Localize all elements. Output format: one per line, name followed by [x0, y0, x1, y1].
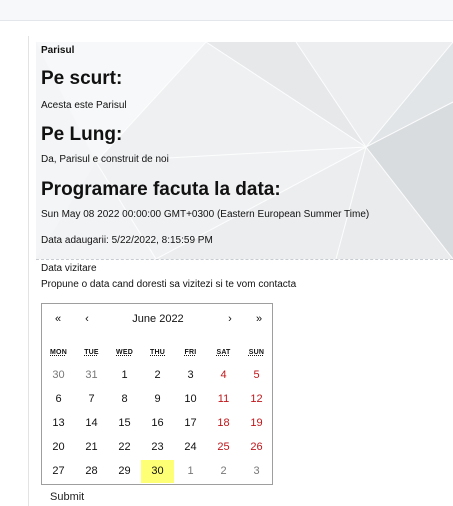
- prev-year-button[interactable]: «: [50, 313, 66, 325]
- calendar-day[interactable]: 12: [240, 388, 273, 411]
- calendar-day[interactable]: 7: [75, 388, 108, 411]
- weekday-mon: MON: [50, 349, 67, 356]
- calendar-day[interactable]: 21: [75, 436, 108, 459]
- short-description: Acesta este Parisul: [41, 100, 127, 111]
- next-year-button[interactable]: »: [251, 313, 267, 325]
- weekday-fri: FRI: [184, 349, 197, 356]
- calendar-day[interactable]: 6: [42, 388, 75, 411]
- prev-month-button[interactable]: ‹: [79, 313, 95, 325]
- calendar-day[interactable]: 18: [207, 412, 240, 435]
- calendar-day[interactable]: 31: [75, 364, 108, 387]
- visit-date-label: Data vizitare: [41, 263, 97, 274]
- weekday-wed: WED: [116, 349, 133, 356]
- calendar-day[interactable]: 2: [207, 460, 240, 483]
- calendar-day[interactable]: 3: [240, 460, 273, 483]
- calendar-day[interactable]: 2: [141, 364, 174, 387]
- calendar-day[interactable]: 22: [108, 436, 141, 459]
- calendar-day[interactable]: 8: [108, 388, 141, 411]
- calendar-day[interactable]: 30: [42, 364, 75, 387]
- calendar-day[interactable]: 24: [174, 436, 207, 459]
- added-date: Data adaugarii: 5/22/2022, 8:15:59 PM: [41, 235, 213, 246]
- visit-date-hint: Propune o data cand doresti sa vizitezi …: [41, 279, 297, 290]
- calendar-day[interactable]: 11: [207, 388, 240, 411]
- calendar-day[interactable]: 26: [240, 436, 273, 459]
- calendar-day[interactable]: 16: [141, 412, 174, 435]
- calendar-day[interactable]: 15: [108, 412, 141, 435]
- top-bar: [0, 0, 453, 21]
- calendar-day[interactable]: 4: [207, 364, 240, 387]
- appointment-heading: Programare facuta la data:: [41, 179, 281, 200]
- calendar-day[interactable]: 1: [108, 364, 141, 387]
- long-heading: Pe Lung:: [41, 124, 123, 145]
- appointment-date: Sun May 08 2022 00:00:00 GMT+0300 (Easte…: [41, 209, 370, 220]
- calendar-day[interactable]: 5: [240, 364, 273, 387]
- long-description: Da, Parisul e construit de noi: [41, 154, 169, 165]
- short-heading: Pe scurt:: [41, 68, 123, 89]
- calendar-day[interactable]: 17: [174, 412, 207, 435]
- calendar-day[interactable]: 10: [174, 388, 207, 411]
- calendar-day[interactable]: 3: [174, 364, 207, 387]
- calendar-day[interactable]: 1: [174, 460, 207, 483]
- calendar-day[interactable]: 9: [141, 388, 174, 411]
- calendar-day[interactable]: 27: [42, 460, 75, 483]
- calendar-day[interactable]: 28: [75, 460, 108, 483]
- calendar-day[interactable]: 30: [141, 460, 174, 483]
- left-rule: [28, 36, 29, 506]
- date-picker-calendar: « ‹ June 2022 › » MON TUE WED THU FRI SAT SUN …: [41, 303, 273, 485]
- calendar-day[interactable]: 20: [42, 436, 75, 459]
- calendar-day[interactable]: 25: [207, 436, 240, 459]
- calendar-day[interactable]: 23: [141, 436, 174, 459]
- calendar-day[interactable]: 14: [75, 412, 108, 435]
- calendar-day[interactable]: 29: [108, 460, 141, 483]
- place-card: Parisul Pe scurt: Acesta este Parisul Pe…: [36, 42, 453, 260]
- submit-button[interactable]: Submit: [50, 491, 84, 503]
- weekday-tue: TUE: [84, 349, 99, 356]
- calendar-day[interactable]: 13: [42, 412, 75, 435]
- calendar-month-title[interactable]: June 2022: [106, 313, 210, 325]
- place-name: Parisul: [41, 45, 75, 56]
- next-month-button[interactable]: ›: [222, 313, 238, 325]
- calendar-day[interactable]: 19: [240, 412, 273, 435]
- weekday-header: MON TUE WED THU FRI SAT SUN: [42, 349, 274, 361]
- weekday-sat: SAT: [216, 349, 231, 356]
- weekday-thu: THU: [150, 349, 165, 356]
- weekday-sun: SUN: [248, 349, 265, 356]
